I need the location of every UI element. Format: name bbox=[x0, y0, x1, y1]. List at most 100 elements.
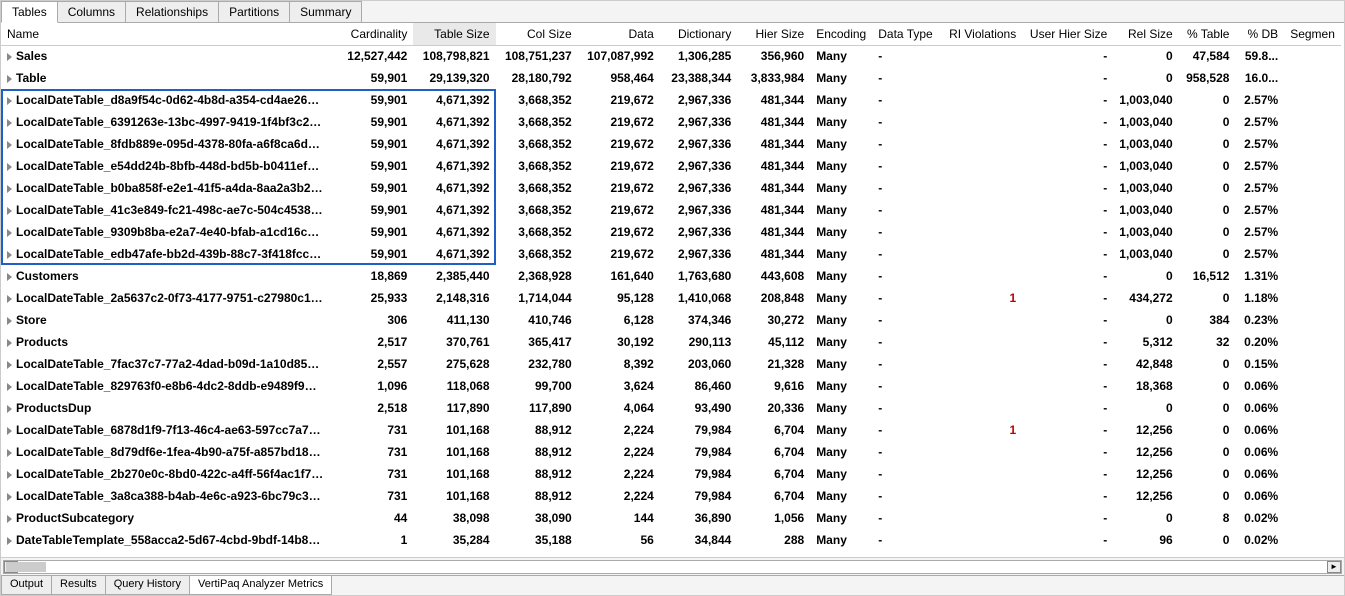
cell-name: LocalDateTable_829763f0-e8b6-4dc2-8ddb-e… bbox=[1, 375, 336, 397]
expand-caret-icon[interactable] bbox=[7, 449, 12, 457]
col-header-segmen[interactable]: Segmen bbox=[1284, 23, 1341, 45]
expand-caret-icon[interactable] bbox=[7, 97, 12, 105]
table-row[interactable]: LocalDateTable_2a5637c2-0f73-4177-9751-c… bbox=[1, 287, 1341, 309]
scroll-right-icon[interactable]: ► bbox=[1327, 561, 1341, 573]
bottom-tab-results[interactable]: Results bbox=[51, 576, 106, 595]
table-row[interactable]: LocalDateTable_b0ba858f-e2e1-41f5-a4da-8… bbox=[1, 177, 1341, 199]
table-row[interactable]: Sales12,527,442108,798,821108,751,237107… bbox=[1, 45, 1341, 67]
expand-caret-icon[interactable] bbox=[7, 185, 12, 193]
cell-ri bbox=[941, 463, 1022, 485]
col-header--db[interactable]: % DB bbox=[1235, 23, 1284, 45]
cell-hier: 443,608 bbox=[737, 265, 810, 287]
cell-csize: 232,780 bbox=[496, 353, 578, 375]
grid-scroll-area[interactable]: NameCardinalityTable SizeCol SizeDataDic… bbox=[1, 23, 1344, 557]
table-row[interactable]: LocalDateTable_41c3e849-fc21-498c-ae7c-5… bbox=[1, 199, 1341, 221]
expand-caret-icon[interactable] bbox=[7, 75, 12, 83]
top-tab-partitions[interactable]: Partitions bbox=[218, 1, 290, 22]
col-header-table-size[interactable]: Table Size bbox=[413, 23, 495, 45]
expand-caret-icon[interactable] bbox=[7, 295, 12, 303]
hscroll-track[interactable]: ◄ ► bbox=[1, 557, 1344, 575]
col-header-data-type[interactable]: Data Type bbox=[872, 23, 941, 45]
col-header-encoding[interactable]: Encoding bbox=[810, 23, 872, 45]
cell-hier: 481,344 bbox=[737, 243, 810, 265]
top-tab-relationships[interactable]: Relationships bbox=[125, 1, 219, 22]
top-tab-tables[interactable]: Tables bbox=[1, 1, 58, 23]
table-row[interactable]: LocalDateTable_2b270e0c-8bd0-422c-a4ff-5… bbox=[1, 463, 1341, 485]
expand-caret-icon[interactable] bbox=[7, 119, 12, 127]
cell-seg bbox=[1284, 529, 1341, 551]
table-row[interactable]: Products2,517370,761365,41730,192290,113… bbox=[1, 331, 1341, 353]
col-header--table[interactable]: % Table bbox=[1179, 23, 1236, 45]
cell-seg bbox=[1284, 133, 1341, 155]
bottom-tab-vertipaq-analyzer-metrics[interactable]: VertiPaq Analyzer Metrics bbox=[189, 576, 332, 595]
table-row[interactable]: Table59,90129,139,32028,180,792958,46423… bbox=[1, 67, 1341, 89]
expand-caret-icon[interactable] bbox=[7, 317, 12, 325]
hscrollbar[interactable]: ◄ ► bbox=[3, 560, 1342, 574]
expand-caret-icon[interactable] bbox=[7, 405, 12, 413]
expand-caret-icon[interactable] bbox=[7, 163, 12, 171]
table-row[interactable]: ProductsDup2,518117,890117,8904,06493,49… bbox=[1, 397, 1341, 419]
bottom-tab-query-history[interactable]: Query History bbox=[105, 576, 190, 595]
top-tab-summary[interactable]: Summary bbox=[289, 1, 362, 22]
cell-card: 731 bbox=[336, 419, 414, 441]
row-name-text: ProductsDup bbox=[16, 401, 91, 415]
col-header-cardinality[interactable]: Cardinality bbox=[336, 23, 414, 45]
col-header-ri-violations[interactable]: RI Violations bbox=[941, 23, 1022, 45]
cell-name: LocalDateTable_8fdb889e-095d-4378-80fa-a… bbox=[1, 133, 336, 155]
col-header-dictionary[interactable]: Dictionary bbox=[660, 23, 738, 45]
cell-hier: 1,056 bbox=[737, 507, 810, 529]
bottom-tab-output[interactable]: Output bbox=[1, 576, 52, 595]
expand-caret-icon[interactable] bbox=[7, 361, 12, 369]
col-header-data[interactable]: Data bbox=[578, 23, 660, 45]
cell-tsize: 4,671,392 bbox=[413, 155, 495, 177]
table-row[interactable]: LocalDateTable_edb47afe-bb2d-439b-88c7-3… bbox=[1, 243, 1341, 265]
cell-card: 2,557 bbox=[336, 353, 414, 375]
cell-dict: 290,113 bbox=[660, 331, 738, 353]
cell-seg bbox=[1284, 485, 1341, 507]
expand-caret-icon[interactable] bbox=[7, 383, 12, 391]
table-row[interactable]: LocalDateTable_8fdb889e-095d-4378-80fa-a… bbox=[1, 133, 1341, 155]
table-row[interactable]: LocalDateTable_7fac37c7-77a2-4dad-b09d-1… bbox=[1, 353, 1341, 375]
table-row[interactable]: Customers18,8692,385,4402,368,928161,640… bbox=[1, 265, 1341, 287]
top-tab-columns[interactable]: Columns bbox=[57, 1, 126, 22]
expand-caret-icon[interactable] bbox=[7, 537, 12, 545]
table-row[interactable]: LocalDateTable_6878d1f9-7f13-46c4-ae63-5… bbox=[1, 419, 1341, 441]
row-name-text: LocalDateTable_829763f0-e8b6-4dc2-8ddb-e… bbox=[16, 379, 317, 393]
cell-data: 56 bbox=[578, 529, 660, 551]
expand-caret-icon[interactable] bbox=[7, 251, 12, 259]
table-row[interactable]: LocalDateTable_9309b8ba-e2a7-4e40-bfab-a… bbox=[1, 221, 1341, 243]
col-header-name[interactable]: Name bbox=[1, 23, 336, 45]
cell-ri bbox=[941, 199, 1022, 221]
table-row[interactable]: LocalDateTable_3a8ca388-b4ab-4e6c-a923-6… bbox=[1, 485, 1341, 507]
table-row[interactable]: LocalDateTable_6391263e-13bc-4997-9419-1… bbox=[1, 111, 1341, 133]
expand-caret-icon[interactable] bbox=[7, 339, 12, 347]
table-row[interactable]: LocalDateTable_e54dd24b-8bfb-448d-bd5b-b… bbox=[1, 155, 1341, 177]
expand-caret-icon[interactable] bbox=[7, 229, 12, 237]
expand-caret-icon[interactable] bbox=[7, 207, 12, 215]
expand-caret-icon[interactable] bbox=[7, 53, 12, 61]
table-row[interactable]: ProductSubcategory4438,09838,09014436,89… bbox=[1, 507, 1341, 529]
table-row[interactable]: LocalDateTable_8d79df6e-1fea-4b90-a75f-a… bbox=[1, 441, 1341, 463]
expand-caret-icon[interactable] bbox=[7, 515, 12, 523]
expand-caret-icon[interactable] bbox=[7, 141, 12, 149]
col-header-hier-size[interactable]: Hier Size bbox=[737, 23, 810, 45]
cell-card: 18,869 bbox=[336, 265, 414, 287]
table-row[interactable]: Store306411,130410,7466,128374,34630,272… bbox=[1, 309, 1341, 331]
expand-caret-icon[interactable] bbox=[7, 471, 12, 479]
expand-caret-icon[interactable] bbox=[7, 273, 12, 281]
col-header-col-size[interactable]: Col Size bbox=[496, 23, 578, 45]
cell-pdb: 16.0... bbox=[1235, 67, 1284, 89]
table-row[interactable]: LocalDateTable_d8a9f54c-0d62-4b8d-a354-c… bbox=[1, 89, 1341, 111]
expand-caret-icon[interactable] bbox=[7, 493, 12, 501]
row-name-text: LocalDateTable_41c3e849-fc21-498c-ae7c-5… bbox=[16, 203, 323, 217]
table-row[interactable]: DateTableTemplate_558acca2-5d67-4cbd-9bd… bbox=[1, 529, 1341, 551]
col-header-rel-size[interactable]: Rel Size bbox=[1113, 23, 1178, 45]
col-header-user-hier-size[interactable]: User Hier Size bbox=[1022, 23, 1113, 45]
scroll-thumb[interactable] bbox=[6, 562, 46, 572]
cell-ri bbox=[941, 375, 1022, 397]
cell-pdb: 0.06% bbox=[1235, 441, 1284, 463]
cell-seg bbox=[1284, 199, 1341, 221]
cell-data: 2,224 bbox=[578, 485, 660, 507]
expand-caret-icon[interactable] bbox=[7, 427, 12, 435]
table-row[interactable]: LocalDateTable_829763f0-e8b6-4dc2-8ddb-e… bbox=[1, 375, 1341, 397]
